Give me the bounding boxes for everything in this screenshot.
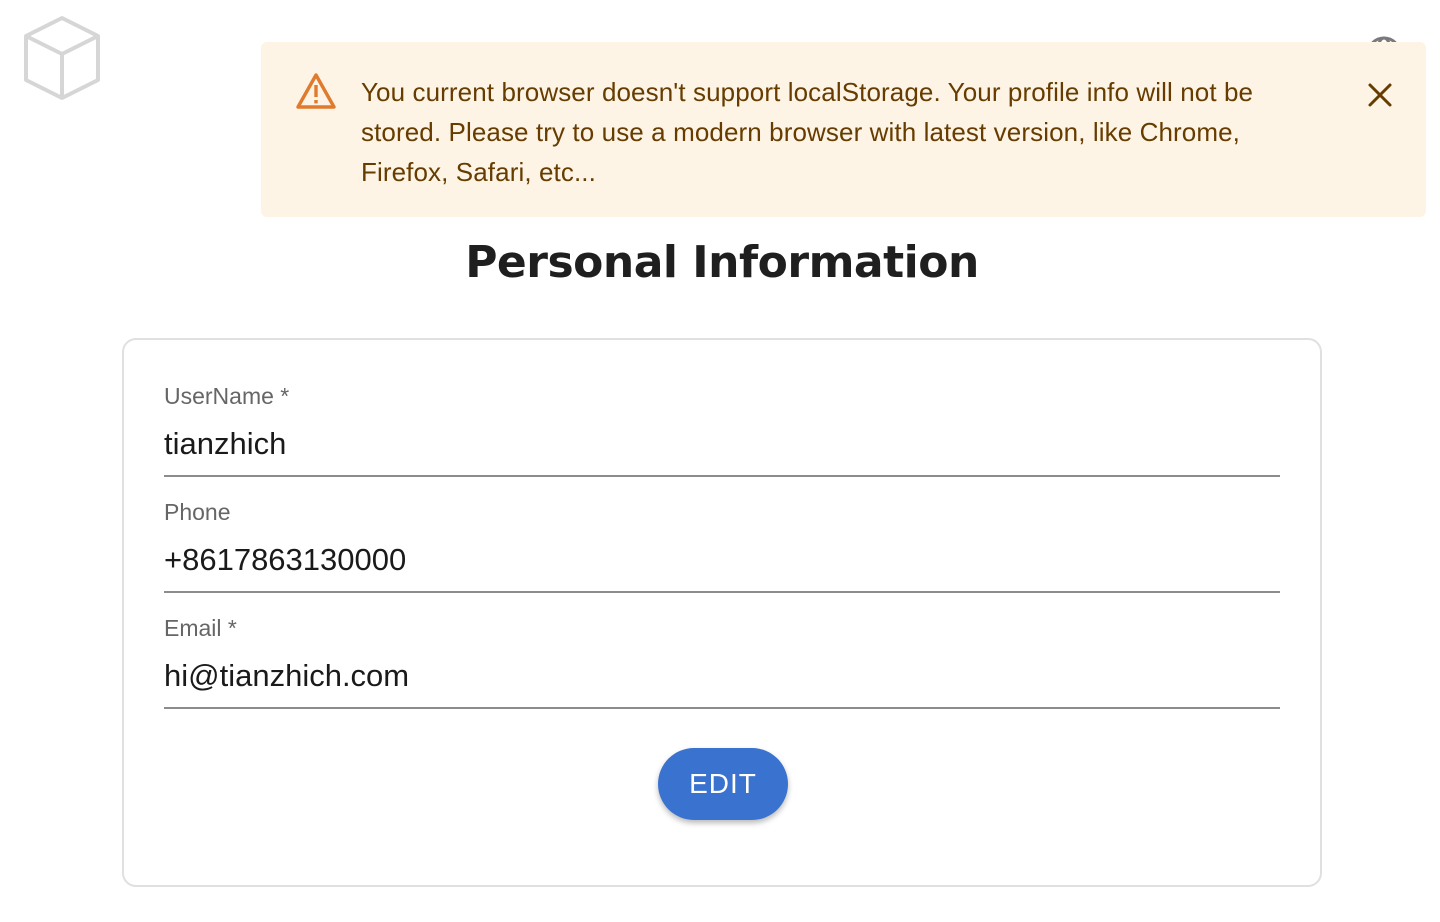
email-label: Email * bbox=[164, 615, 237, 641]
username-input[interactable] bbox=[164, 424, 1280, 464]
username-underline bbox=[164, 475, 1280, 477]
phone-underline bbox=[164, 591, 1280, 593]
close-icon[interactable] bbox=[1361, 76, 1399, 114]
page-title: Personal Information bbox=[465, 237, 979, 288]
warning-triangle-icon bbox=[295, 72, 337, 110]
phone-label: Phone bbox=[164, 499, 231, 525]
cube-logo-icon[interactable] bbox=[22, 14, 102, 102]
page: You current browser doesn't support loca… bbox=[0, 0, 1440, 922]
personal-info-form: UserName * Phone Email * EDIT bbox=[122, 338, 1322, 887]
edit-button[interactable]: EDIT bbox=[658, 748, 788, 820]
email-underline bbox=[164, 707, 1280, 709]
username-label: UserName * bbox=[164, 383, 290, 409]
email-input[interactable] bbox=[164, 656, 1280, 696]
phone-input[interactable] bbox=[164, 540, 1280, 580]
alert-message: You current browser doesn't support loca… bbox=[361, 77, 1254, 187]
localstorage-warning-alert: You current browser doesn't support loca… bbox=[261, 42, 1426, 217]
